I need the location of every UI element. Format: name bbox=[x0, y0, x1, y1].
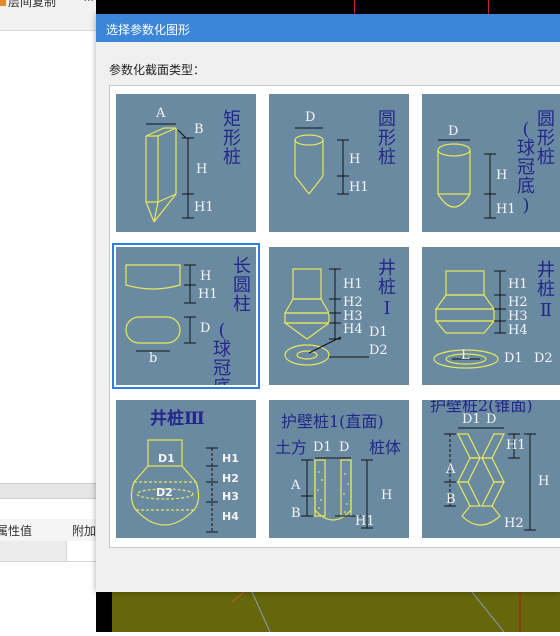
dim-d: D bbox=[448, 124, 459, 139]
canvas-area bbox=[112, 591, 560, 633]
property-grid-header: 属性值 附加 bbox=[0, 519, 96, 542]
property-cell[interactable] bbox=[66, 541, 97, 561]
tile-label: 井桩 bbox=[378, 258, 396, 298]
dim-h3: H3 bbox=[222, 490, 239, 503]
earth-label: 土方 bbox=[275, 438, 308, 457]
dim-h: H bbox=[538, 474, 550, 489]
additional-column: 附加 bbox=[72, 524, 97, 538]
dim-h: H bbox=[196, 162, 208, 177]
dim-d1: D1 bbox=[158, 452, 175, 465]
dim-a: A bbox=[446, 462, 456, 477]
tile-label: 井桩Ⅲ bbox=[150, 409, 205, 429]
tile-label: 圆形桩 bbox=[378, 109, 396, 168]
dim-h1: H1 bbox=[194, 200, 214, 215]
property-value-column: 属性值 bbox=[0, 524, 33, 538]
tile-well-pile-1[interactable]: H1 H2 H3 H4 D1 D2 井桩 Ⅰ bbox=[269, 247, 409, 385]
tile-label: 圆形桩 bbox=[537, 109, 555, 168]
dim-h4: H4 bbox=[508, 323, 528, 338]
dim-h2: H2 bbox=[343, 295, 363, 310]
dim-h1: H1 bbox=[496, 202, 516, 217]
dim-b: B bbox=[446, 492, 456, 507]
left-panel: 层间复制 ··· 属性值 附加 bbox=[0, 0, 97, 632]
tile-roman: Ⅱ bbox=[539, 300, 553, 321]
tile-circular-pile-spherical-cap[interactable]: D H H1 圆形桩 (球冠底) bbox=[422, 94, 560, 232]
dialog-title: 选择参数化图形 bbox=[106, 23, 191, 37]
dim-d: D bbox=[339, 440, 350, 455]
dim-h1: H1 bbox=[198, 287, 218, 302]
more-icon[interactable]: ··· bbox=[84, 0, 95, 7]
copy-between-floors-label[interactable]: 层间复制 bbox=[8, 0, 56, 10]
tile-roman: Ⅰ bbox=[383, 298, 391, 319]
tile-oblong-column[interactable]: H H1 D b 长圆柱 (球冠底) bbox=[112, 243, 260, 389]
canvas-top-strip bbox=[96, 0, 560, 14]
tile-sublabel: (球冠底) bbox=[213, 320, 231, 385]
tile-rectangular-pile[interactable]: A B H H1 矩形桩 bbox=[116, 94, 256, 232]
tile-label: 矩形桩 bbox=[223, 109, 241, 168]
axis-line bbox=[354, 0, 355, 14]
tile-circular-pile[interactable]: D H H1 圆形桩 bbox=[269, 94, 409, 232]
dim-b: B bbox=[194, 122, 204, 137]
tile-retaining-pile-1[interactable]: D1 D A B H1 H 护壁桩1(直面) 土方 桩体 bbox=[269, 400, 409, 538]
dim-b: B bbox=[291, 506, 301, 521]
canvas-lines bbox=[231, 591, 521, 633]
dim-d1: D1 bbox=[504, 351, 523, 366]
tile-retaining-pile-2[interactable]: D1 D A B H1 H H2 护壁桩2(锥面) bbox=[422, 400, 560, 538]
dim-h1: H1 bbox=[343, 277, 363, 292]
dim-h1: H1 bbox=[355, 514, 375, 529]
axis-line bbox=[488, 0, 489, 14]
dim-l: L bbox=[461, 348, 470, 363]
tile-well-pile-3[interactable]: D1 D2 H1 H2 H3 H4 井桩Ⅲ bbox=[116, 400, 256, 538]
copy-between-floors-toolbar[interactable]: 层间复制 ··· bbox=[0, 0, 96, 31]
property-row[interactable] bbox=[0, 541, 97, 562]
tile-label: 护壁桩2(锥面) bbox=[430, 400, 533, 415]
dim-h2: H2 bbox=[508, 295, 528, 310]
dim-h1: H1 bbox=[349, 180, 369, 195]
tile-label: 护壁桩1(直面) bbox=[281, 412, 384, 431]
tile-label: 井桩 bbox=[537, 260, 555, 300]
dim-d2: D2 bbox=[534, 351, 553, 366]
dim-a: A bbox=[156, 106, 166, 121]
dim-h1: H1 bbox=[222, 452, 239, 465]
dim-d1: D1 bbox=[369, 325, 388, 340]
section-type-label: 参数化截面类型： bbox=[109, 63, 206, 77]
tile-well-pile-2[interactable]: H1 H2 H3 H4 L D1 D2 井桩 Ⅱ bbox=[422, 247, 560, 385]
select-parametric-shape-dialog: 选择参数化图形 参数化截面类型： A B H H1 矩 形 桩 D H H1 圆… bbox=[96, 14, 560, 592]
dim-h: H bbox=[200, 269, 212, 284]
dim-h: H bbox=[349, 152, 361, 167]
section-type-grid: A B H H1 矩形桩 D H H1 圆 形 桩 D H H1 圆 形 桩 (… bbox=[109, 85, 560, 548]
dim-h4: H4 bbox=[222, 510, 239, 523]
pile-body-label: 桩体 bbox=[369, 438, 402, 457]
dialog-titlebar[interactable]: 选择参数化图形 bbox=[96, 14, 560, 42]
dim-h2: H2 bbox=[222, 472, 239, 485]
panel-splitter[interactable] bbox=[0, 483, 96, 499]
tile-sublabel: (球冠底) bbox=[517, 119, 535, 216]
dim-d1: D1 bbox=[313, 440, 332, 455]
dim-d2: D2 bbox=[156, 486, 173, 499]
dim-d: D bbox=[305, 110, 316, 125]
dim-h: H bbox=[381, 488, 393, 503]
copy-icon bbox=[0, 0, 6, 6]
tile-label: 长圆柱 bbox=[233, 256, 251, 315]
dim-h1: H1 bbox=[506, 438, 526, 453]
dim-h3: H3 bbox=[508, 309, 528, 324]
dim-h: H bbox=[496, 168, 508, 183]
dim-h1: H1 bbox=[508, 277, 528, 292]
dim-b: b bbox=[149, 351, 158, 366]
dim-d: D bbox=[200, 321, 211, 336]
dim-h2: H2 bbox=[504, 516, 524, 531]
dim-h4: H4 bbox=[343, 322, 363, 337]
dim-a: A bbox=[291, 478, 301, 493]
dialog-footer bbox=[96, 562, 560, 592]
dim-d2: D2 bbox=[369, 343, 388, 358]
